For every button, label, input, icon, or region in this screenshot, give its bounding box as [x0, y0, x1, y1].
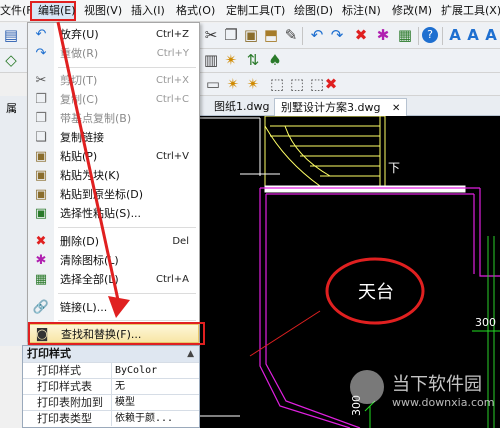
arrow-shaft	[56, 21, 120, 301]
annotation-arrow	[56, 21, 130, 318]
arrow-head	[108, 296, 130, 318]
